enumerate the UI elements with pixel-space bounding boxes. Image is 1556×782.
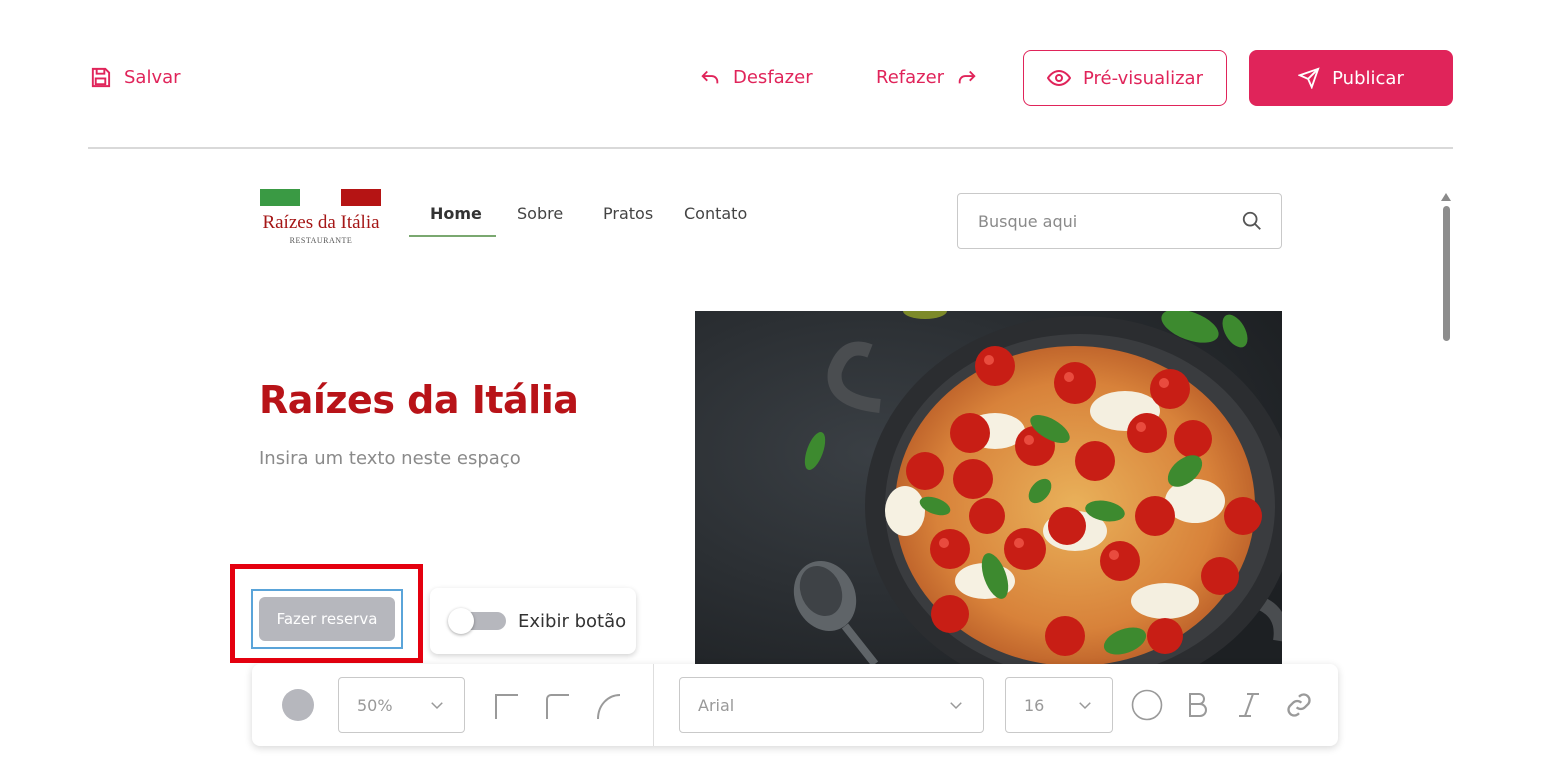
undo-icon	[701, 70, 719, 84]
nav-item-home[interactable]: Home	[430, 204, 482, 223]
link-button[interactable]	[1285, 691, 1313, 724]
nav-item-pratos[interactable]: Pratos	[603, 204, 653, 223]
italic-button[interactable]	[1235, 691, 1263, 724]
italic-icon	[1239, 693, 1259, 717]
link-icon	[1287, 693, 1311, 717]
hero-title[interactable]: Raízes da Itália	[259, 378, 579, 422]
preview-label: Pré-visualizar	[1083, 67, 1203, 89]
corner-rounded-button[interactable]	[545, 693, 571, 724]
hero-subtitle[interactable]: Insira um texto neste espaço	[259, 448, 521, 469]
logo-subtitle: RESTAURANTE	[289, 236, 353, 245]
font-size-value: 16	[1024, 695, 1045, 715]
circle-icon	[1131, 689, 1163, 721]
undo-label: Desfazer	[733, 66, 813, 88]
corner-round-icon	[597, 694, 621, 720]
logo-name: Raízes da Itália	[262, 212, 380, 233]
corner-square-button[interactable]	[494, 693, 520, 724]
nav-item-contato[interactable]: Contato	[684, 204, 747, 223]
show-button-toggle[interactable]	[448, 608, 506, 634]
publish-label: Publicar	[1332, 67, 1404, 89]
hero-image[interactable]	[695, 311, 1282, 664]
font-size-select[interactable]: 16	[1005, 677, 1113, 733]
toggle-knob	[448, 608, 474, 634]
search-box[interactable]	[957, 193, 1282, 249]
color-picker[interactable]	[282, 689, 314, 721]
send-icon	[1298, 67, 1320, 89]
corner-square-icon	[495, 694, 518, 719]
save-button[interactable]: Salvar	[89, 66, 181, 89]
redo-icon	[958, 70, 976, 84]
bold-button[interactable]	[1184, 691, 1212, 724]
redo-button[interactable]: Refazer	[876, 66, 978, 88]
bold-icon	[1189, 693, 1207, 717]
chevron-down-icon	[1079, 702, 1091, 710]
reserve-button[interactable]: Fazer reserva	[259, 597, 395, 641]
save-icon	[91, 67, 111, 88]
nav-item-sobre[interactable]: Sobre	[517, 204, 563, 223]
search-icon[interactable]	[1241, 210, 1263, 232]
format-toolbar-separator	[653, 664, 654, 746]
logo-flag-red	[341, 189, 381, 206]
scroll-up-arrow[interactable]	[1441, 193, 1451, 201]
toggle-label: Exibir botão	[518, 610, 627, 632]
chevron-down-icon	[431, 702, 443, 710]
corner-round-button[interactable]	[596, 693, 622, 724]
opacity-select[interactable]: 50%	[338, 677, 465, 733]
publish-button[interactable]: Publicar	[1249, 50, 1453, 106]
corner-rounded-icon	[546, 694, 569, 719]
font-value: Arial	[698, 695, 735, 715]
opacity-value: 50%	[357, 695, 393, 715]
show-button-toggle-card: Exibir botão	[430, 588, 636, 654]
text-color-button[interactable]	[1131, 689, 1163, 726]
toolbar-divider	[88, 147, 1453, 149]
nav-active-indicator	[409, 235, 496, 237]
font-select[interactable]: Arial	[679, 677, 984, 733]
search-input[interactable]	[976, 210, 1241, 232]
eye-icon	[1047, 69, 1071, 87]
redo-label: Refazer	[876, 66, 945, 88]
undo-button[interactable]: Desfazer	[699, 66, 813, 88]
logo-flag-green	[260, 189, 300, 206]
save-label: Salvar	[124, 67, 181, 88]
preview-button[interactable]: Pré-visualizar	[1023, 50, 1227, 106]
scrollbar-thumb[interactable]	[1443, 206, 1450, 341]
chevron-down-icon	[950, 702, 962, 710]
